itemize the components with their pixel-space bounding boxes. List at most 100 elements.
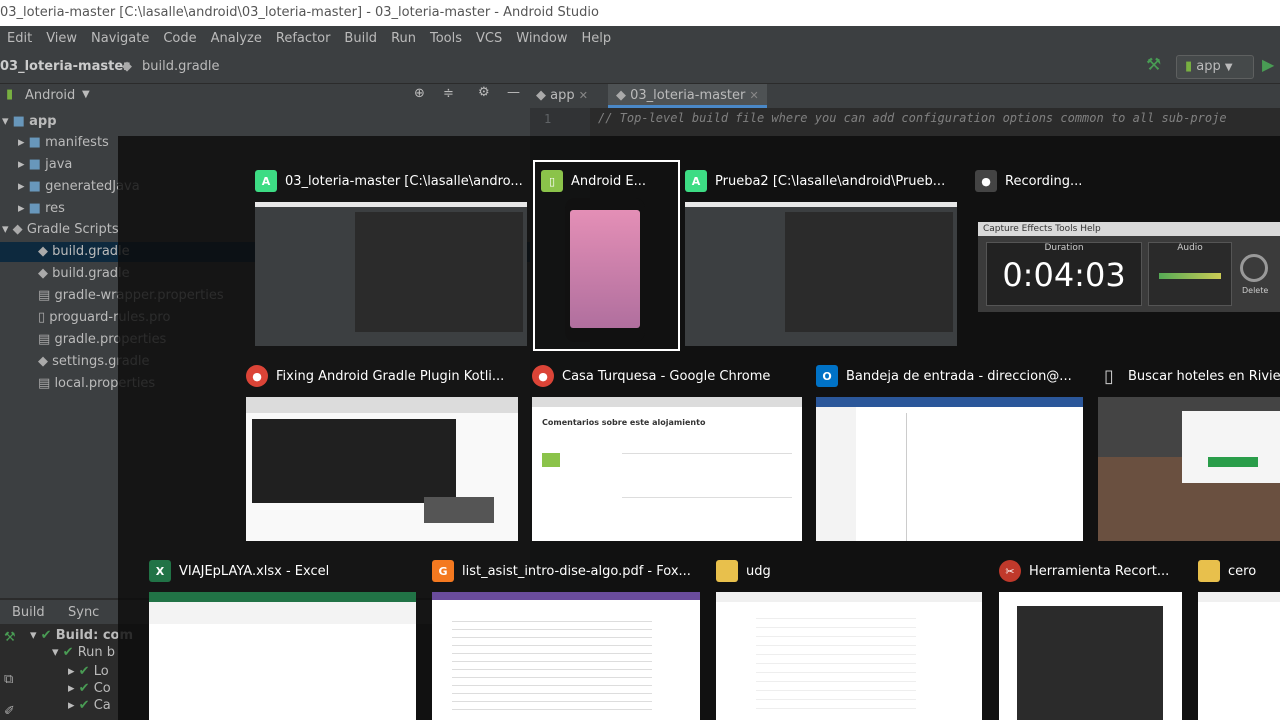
tree-item[interactable]: ▾ ◆ Gradle Scripts <box>2 220 119 240</box>
tab-app[interactable]: ◆ app ✕ <box>536 88 588 103</box>
menu-tools[interactable]: Tools <box>1055 224 1077 234</box>
menu-analyze[interactable]: Analyze <box>204 31 269 46</box>
menu-refactor[interactable]: Refactor <box>269 31 338 46</box>
task-outlook-inbox[interactable]: O Bandeja de entrada - direccion@... <box>816 361 1083 541</box>
task-android-studio-03-loteria[interactable]: A 03_loteria-master [C:\lasalle\andro... <box>255 166 527 346</box>
task-header: A 03_loteria-master [C:\lasalle\andro... <box>255 166 527 196</box>
delete-label: Delete <box>1242 286 1269 295</box>
run-icon[interactable]: ▶ <box>1262 55 1274 74</box>
task-recording[interactable]: ● Recording... Capture Effects Tools Help… <box>975 166 1280 346</box>
thumb-ribbon <box>816 397 1083 407</box>
restore-icon[interactable]: ⧉ <box>4 672 13 687</box>
task-title: Herramienta Recort... <box>1029 563 1170 579</box>
tab-build[interactable]: Build <box>12 605 45 620</box>
code-line[interactable]: // Top-level build file where you can ad… <box>598 111 1227 125</box>
build-row[interactable]: ▾ ✔ Run b <box>52 645 115 660</box>
thumb-editor <box>785 212 953 332</box>
line-number: 1 <box>544 112 552 126</box>
task-excel-viajeplaya[interactable]: X VIAJEpLAYA.xlsx - Excel <box>149 556 416 720</box>
gradle-icon: ◆ <box>616 88 626 103</box>
thumb-capture <box>1017 606 1163 720</box>
menu-edit[interactable]: Edit <box>0 31 39 46</box>
menu-run[interactable]: Run <box>384 31 423 46</box>
hammer-icon[interactable]: ⚒ <box>1146 55 1161 75</box>
task-chrome-fixing-gradle[interactable]: ● Fixing Android Gradle Plugin Kotli... <box>246 361 518 541</box>
task-header: ▯ Android E... <box>541 166 675 196</box>
menu-vcs[interactable]: VCS <box>469 31 509 46</box>
task-header: udg <box>716 556 982 586</box>
breadcrumb-project[interactable]: 03_loteria-master <box>0 59 130 74</box>
menu-view[interactable]: View <box>39 31 84 46</box>
task-header: ● Recording... <box>975 166 1280 196</box>
thumb-video <box>252 419 456 503</box>
thumb-browser-bar <box>246 397 518 413</box>
thumb-titlebar <box>255 202 527 207</box>
build-row[interactable]: ▸ ✔ Lo <box>68 664 109 679</box>
tree-item[interactable]: ▸ ■ res <box>18 199 65 219</box>
tree-item[interactable]: ◆ build.gradle <box>38 264 130 284</box>
task-explorer-cero[interactable]: cero <box>1198 556 1280 720</box>
tree-item[interactable]: ▸ ■ manifests <box>18 133 109 153</box>
tab-sync[interactable]: Sync <box>68 605 99 620</box>
task-android-emulator[interactable]: ▯ Android E... <box>533 160 680 351</box>
thumb-ribbon <box>1198 592 1280 602</box>
file-icon: ▯ <box>38 310 46 325</box>
gradle-icon: ◆ <box>38 354 48 369</box>
gradle-icon: ◆ <box>122 59 132 74</box>
menu-help[interactable]: Help <box>1080 224 1101 234</box>
android-studio-icon: A <box>685 170 707 192</box>
locate-icon[interactable]: ⊕ <box>414 86 425 101</box>
menu-build[interactable]: Build <box>337 31 384 46</box>
menu-tools[interactable]: Tools <box>423 31 469 46</box>
foxit-icon: G <box>432 560 454 582</box>
task-foxit-pdf[interactable]: Glist_asist_intro-dise-algo.pdf - Fox... <box>432 556 700 720</box>
menu-code[interactable]: Code <box>156 31 203 46</box>
thumb-divider <box>906 413 907 541</box>
project-view-selector[interactable]: Android <box>25 88 75 103</box>
gradle-icon: ◆ <box>38 266 48 281</box>
task-title: cero <box>1228 563 1257 579</box>
delete-icon[interactable] <box>1240 254 1268 282</box>
task-thumbnail <box>999 592 1182 720</box>
breadcrumb-file[interactable]: build.gradle <box>142 59 220 74</box>
expand-icon: ▸ <box>18 179 25 194</box>
task-android-studio-prueba2[interactable]: A Prueba2 [C:\lasalle\android\Prueb... <box>685 166 957 346</box>
hide-icon[interactable]: — <box>507 85 520 100</box>
menu-effects[interactable]: Effects <box>1022 224 1053 234</box>
task-buscar-hoteles[interactable]: ▯ Buscar hoteles en Riviera M <box>1098 361 1280 541</box>
task-header: O Bandeja de entrada - direccion@... <box>816 361 1083 391</box>
folder-icon: ■ <box>28 179 41 194</box>
close-icon[interactable]: ✕ <box>579 89 588 102</box>
task-chrome-casa-turquesa[interactable]: ● Casa Turquesa - Google Chrome Comentari… <box>532 361 802 541</box>
tree-item[interactable]: ▸ ■ java <box>18 155 72 175</box>
task-header: X VIAJEpLAYA.xlsx - Excel <box>149 556 416 586</box>
tree-item[interactable]: ▾ ■ app <box>2 112 57 132</box>
run-config-selector[interactable]: ▮ app ▼ <box>1176 55 1254 79</box>
thumb-divider <box>622 453 792 454</box>
task-title: Fixing Android Gradle Plugin Kotli... <box>276 368 505 384</box>
collapse-icon[interactable]: ≑ <box>443 86 454 101</box>
snipping-tool-icon: ✂ <box>999 560 1021 582</box>
hammer-icon[interactable]: ⚒ <box>4 630 16 645</box>
expand-icon: ▸ <box>18 135 25 150</box>
menu-help[interactable]: Help <box>575 31 619 46</box>
chrome-icon: ● <box>246 365 268 387</box>
pin-icon[interactable]: ✐ <box>4 704 15 719</box>
menu-window[interactable]: Window <box>509 31 574 46</box>
gear-icon[interactable]: ⚙ <box>478 85 490 100</box>
menu-navigate[interactable]: Navigate <box>84 31 156 46</box>
build-row[interactable]: ▸ ✔ Ca <box>68 698 111 713</box>
task-snipping-tool[interactable]: ✂ Herramienta Recort... <box>999 556 1182 720</box>
gradle-icon: ◆ <box>12 222 23 237</box>
menu-capture[interactable]: Capture <box>983 224 1019 234</box>
tab-03-loteria-master[interactable]: ◆ 03_loteria-master ✕ <box>608 84 767 108</box>
task-explorer-udg[interactable]: udg <box>716 556 982 720</box>
build-row[interactable]: ▸ ✔ Co <box>68 681 111 696</box>
chevron-down-icon[interactable]: ▼ <box>82 89 90 100</box>
thumb-rating-badge <box>542 453 560 467</box>
close-icon[interactable]: ✕ <box>749 89 758 102</box>
android-icon: ▮ <box>6 87 14 102</box>
thumb-modal <box>1182 411 1280 483</box>
task-title: Bandeja de entrada - direccion@... <box>846 368 1072 384</box>
task-thumbnail <box>255 202 527 346</box>
